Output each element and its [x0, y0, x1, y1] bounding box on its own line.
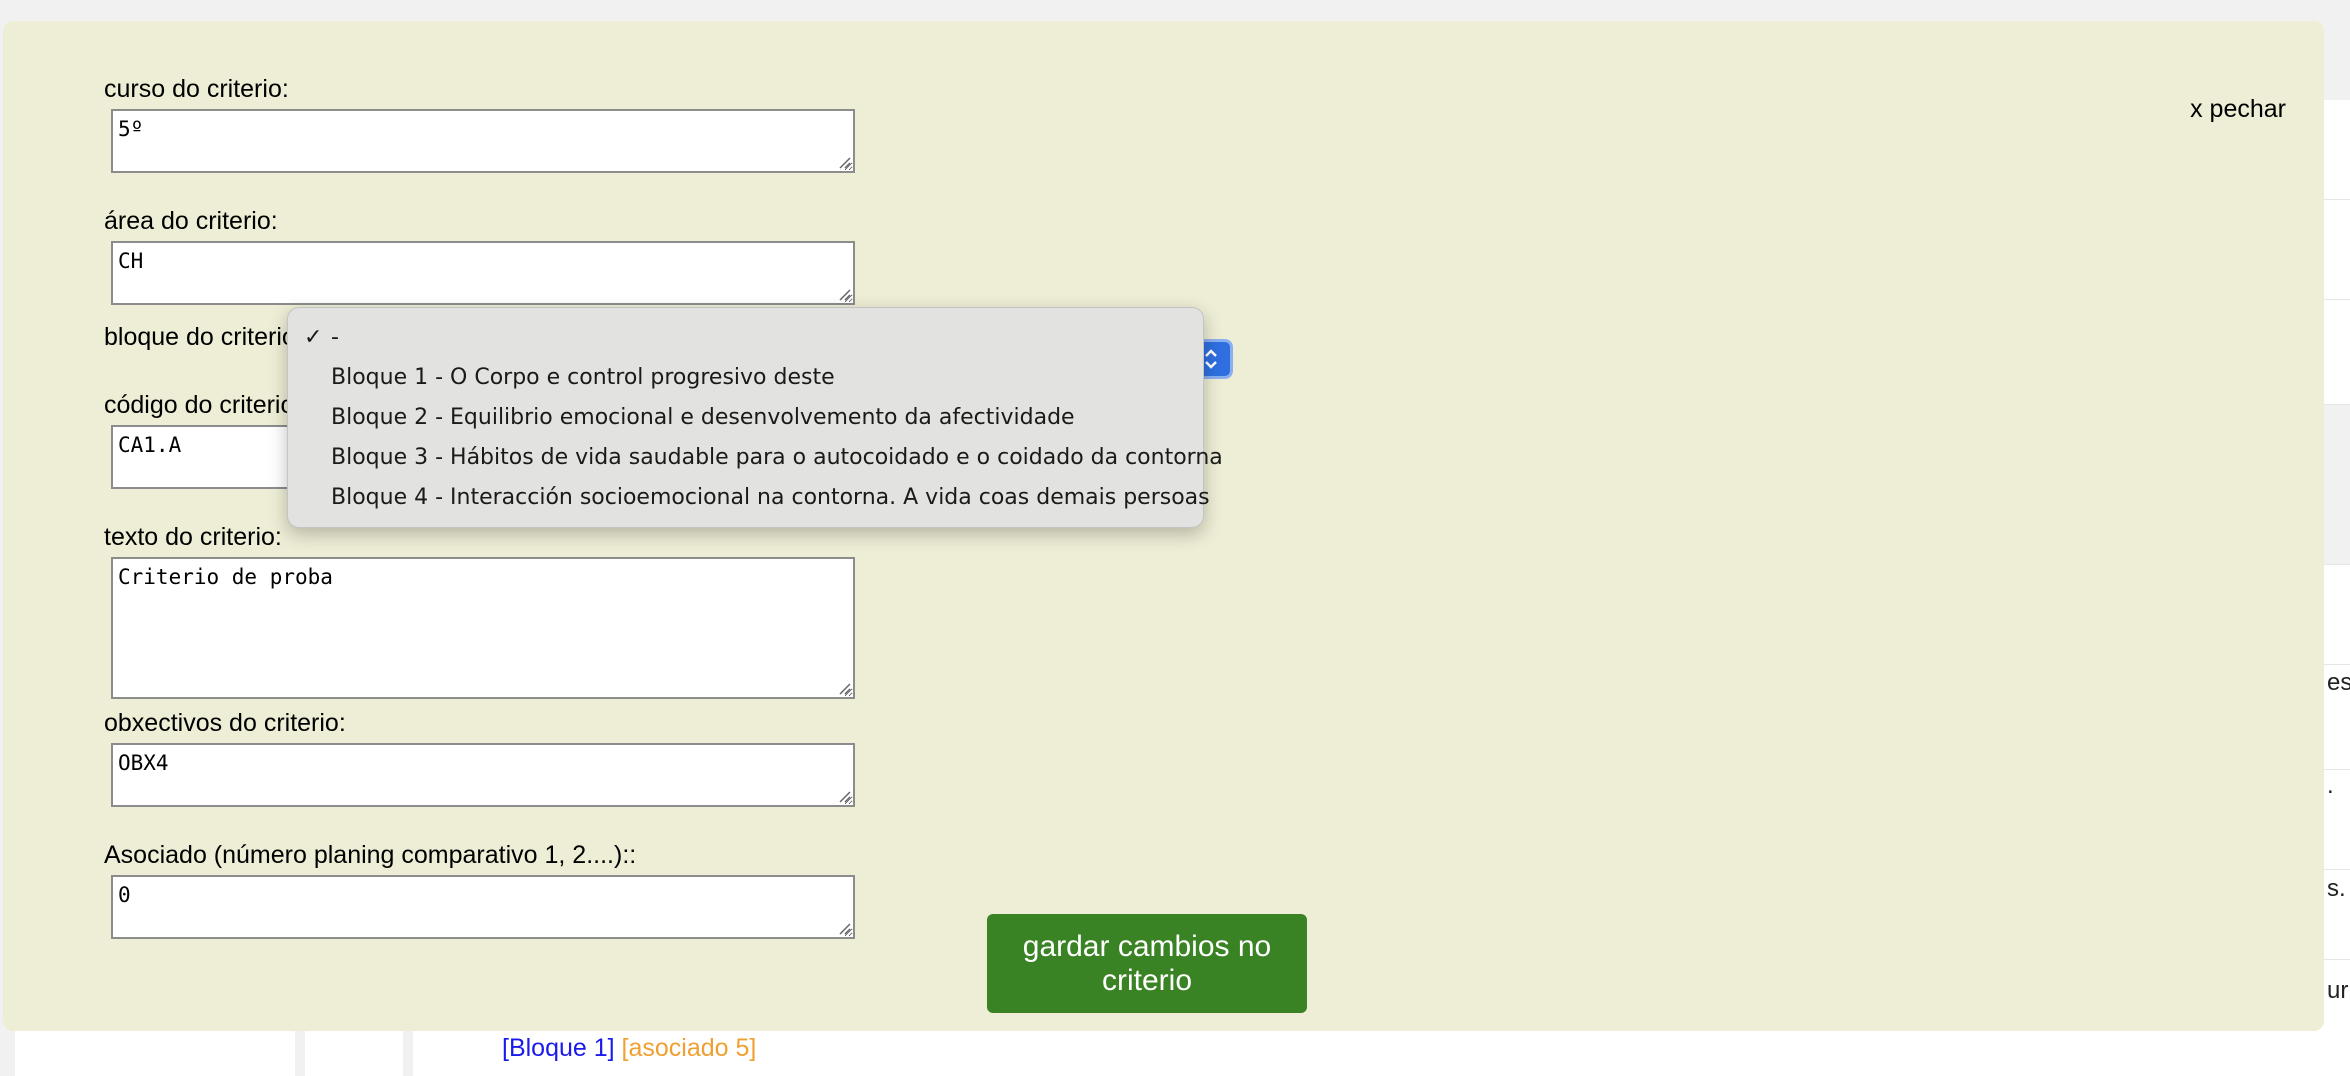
checkmark-icon: ✓: [304, 325, 323, 350]
bloque-dropdown-menu: ✓ - Bloque 1 - O Corpo e control progres…: [287, 307, 1223, 528]
curso-label: curso do criterio:: [104, 75, 289, 103]
obxectivos-field[interactable]: OBX4: [111, 743, 855, 807]
bloque-label: bloque do criterio:: [104, 323, 303, 351]
resize-grip-icon[interactable]: [837, 155, 851, 169]
curso-field[interactable]: 5º: [111, 109, 855, 173]
dropdown-option[interactable]: Bloque 2 - Equilibrio emocional e desenv…: [288, 398, 1203, 438]
area-value: CH: [118, 249, 144, 273]
bg-text-fragment: s.: [2327, 875, 2346, 902]
tag-asociado[interactable]: [asociado 5]: [622, 1034, 757, 1062]
save-button[interactable]: gardar cambios no criterio: [987, 914, 1307, 1013]
dropdown-option-label: Bloque 3 - Hábitos de vida saudable para…: [331, 445, 1223, 470]
tag-bloque[interactable]: [Bloque 1]: [502, 1034, 615, 1062]
bg-table-cell: [305, 1028, 403, 1076]
texto-label: texto do criterio:: [104, 523, 282, 551]
bg-text-fragment: .: [2327, 772, 2334, 799]
codigo-value: CA1.A: [118, 433, 182, 457]
resize-grip-icon[interactable]: [837, 287, 851, 301]
dropdown-option-label: -: [331, 325, 339, 350]
dropdown-option-label: Bloque 4 - Interacción socioemocional na…: [331, 485, 1210, 510]
bottom-tags: [Bloque 1] [asociado 5]: [502, 1034, 756, 1063]
resize-grip-icon[interactable]: [837, 789, 851, 803]
dropdown-option-label: Bloque 2 - Equilibrio emocional e desenv…: [331, 405, 1075, 430]
texto-value: Criterio de proba: [118, 565, 333, 589]
select-chevrons-icon: [1204, 349, 1217, 369]
texto-field[interactable]: Criterio de proba: [111, 557, 855, 699]
asociado-field[interactable]: 0: [111, 875, 855, 939]
bg-text-fragment: es: [2327, 669, 2350, 696]
bg-table-cell: [15, 1028, 295, 1076]
resize-grip-icon[interactable]: [837, 921, 851, 935]
dropdown-option[interactable]: Bloque 1 - O Corpo e control progresivo …: [288, 358, 1203, 398]
area-field[interactable]: CH: [111, 241, 855, 305]
asociado-value: 0: [118, 883, 131, 907]
dropdown-option[interactable]: Bloque 4 - Interacción socioemocional na…: [288, 478, 1210, 518]
codigo-label: código do criterio:: [104, 391, 302, 419]
curso-value: 5º: [118, 117, 144, 141]
obxectivos-value: OBX4: [118, 751, 169, 775]
dropdown-option-label: Bloque 1 - O Corpo e control progresivo …: [331, 365, 835, 390]
dropdown-option[interactable]: ✓ -: [288, 318, 1203, 358]
asociado-label: Asociado (número planing comparativo 1, …: [104, 841, 637, 869]
dropdown-option[interactable]: Bloque 3 - Hábitos de vida saudable para…: [288, 438, 1223, 478]
obxectivos-label: obxectivos do criterio:: [104, 709, 346, 737]
area-label: área do criterio:: [104, 207, 278, 235]
resize-grip-icon[interactable]: [837, 681, 851, 695]
bg-text-fragment: ur: [2327, 977, 2349, 1004]
close-button[interactable]: x pechar: [2190, 95, 2286, 124]
